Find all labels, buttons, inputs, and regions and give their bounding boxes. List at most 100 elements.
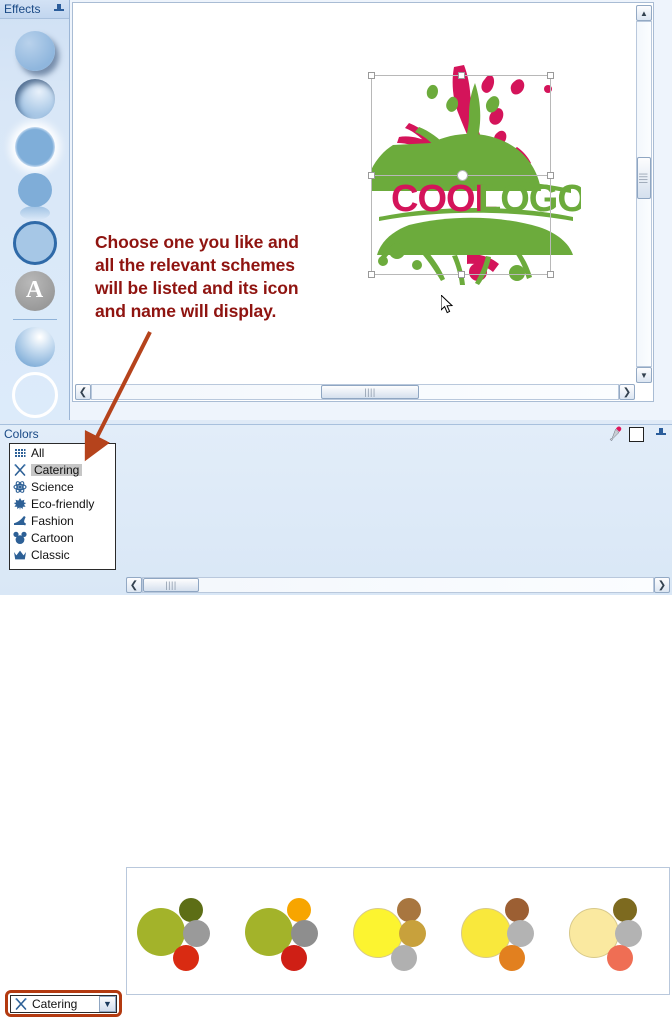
resize-handle-sw[interactable] xyxy=(368,271,375,278)
color-scheme-swatch[interactable] xyxy=(451,868,559,994)
swatch-accent-circle xyxy=(615,920,642,947)
scroll-down-button[interactable]: ▼ xyxy=(636,367,652,383)
scroll-thumb-grip: |||| xyxy=(364,386,376,397)
vertical-scroll-track[interactable]: |||| xyxy=(636,21,652,367)
chevron-down-icon[interactable]: ▼ xyxy=(99,996,116,1012)
effect-item-reflection[interactable] xyxy=(9,171,61,220)
application-window: Effects A Choose one you like and all th… xyxy=(0,0,672,1017)
resize-handle-e[interactable] xyxy=(547,172,554,179)
category-item-science[interactable]: Science xyxy=(10,478,115,495)
resize-handle-nw[interactable] xyxy=(368,72,375,79)
scroll-left-button[interactable]: ❮ xyxy=(75,384,91,400)
scroll-left-arrow-icon: ❮ xyxy=(78,386,88,398)
swatch-accent-circle xyxy=(399,920,426,947)
effects-panel-header: Effects xyxy=(0,0,69,19)
mouse-ears-icon xyxy=(13,531,27,544)
horizontal-scroll-track[interactable]: |||| xyxy=(91,384,619,400)
resize-handle-w[interactable] xyxy=(368,172,375,179)
annotation-text: Choose one you like and all the relevant… xyxy=(95,231,353,323)
effects-divider xyxy=(12,319,57,320)
horizontal-scroll-thumb[interactable]: |||| xyxy=(143,578,199,592)
pin-icon[interactable] xyxy=(53,3,65,15)
fork-knife-icon xyxy=(14,463,26,476)
color-scheme-swatch-strip[interactable] xyxy=(126,867,670,995)
scroll-right-arrow-icon: ❯ xyxy=(657,579,667,591)
scroll-right-button[interactable]: ❯ xyxy=(619,384,635,400)
letter-a-icon: A xyxy=(14,270,55,311)
scroll-thumb-grip: |||| xyxy=(639,172,650,184)
colors-panel-title: Colors xyxy=(4,427,39,441)
scroll-up-button[interactable]: ▲ xyxy=(636,5,652,21)
swatch-accent-circle xyxy=(179,898,203,922)
circle-reflection-icon xyxy=(17,172,52,220)
category-label: Cartoon xyxy=(31,530,74,545)
selected-logo-object[interactable]: COOL LOGO xyxy=(368,65,581,285)
swatch-accent-circle xyxy=(499,945,525,971)
scroll-right-button[interactable]: ❯ xyxy=(654,577,670,593)
effect-item-outline[interactable] xyxy=(9,219,61,266)
effect-item-outer-glow[interactable] xyxy=(9,123,61,170)
category-label: Eco-friendly xyxy=(31,496,95,511)
category-item-cartoon[interactable]: Cartoon xyxy=(10,529,115,546)
scroll-left-arrow-icon: ❮ xyxy=(129,579,139,591)
category-item-fashion[interactable]: Fashion xyxy=(10,512,115,529)
category-item-all[interactable]: All xyxy=(10,444,115,461)
document-canvas[interactable]: Choose one you like and all the relevant… xyxy=(72,2,654,402)
scroll-left-button[interactable]: ❮ xyxy=(126,577,142,593)
scroll-thumb-grip: |||| xyxy=(165,579,177,590)
category-item-eco-friendly[interactable]: Eco-friendly xyxy=(10,495,115,512)
effect-item-inner-shadow[interactable] xyxy=(9,75,61,122)
effect-item-ring[interactable] xyxy=(9,372,61,419)
category-label: Classic xyxy=(31,547,70,562)
circle-glow-icon xyxy=(14,126,55,167)
swatch-accent-circle xyxy=(173,945,199,971)
circle-gloss-icon xyxy=(14,327,55,368)
resize-handle-n[interactable] xyxy=(458,72,465,79)
mouse-cursor xyxy=(441,295,454,314)
canvas-vertical-scrollbar[interactable]: ▲ |||| ▼ xyxy=(636,5,652,383)
swatch-accent-circle xyxy=(281,945,307,971)
color-scheme-swatch[interactable] xyxy=(235,868,343,994)
effect-item-drop-shadow[interactable] xyxy=(9,27,61,74)
category-label: Catering xyxy=(31,463,83,476)
scroll-down-arrow-icon: ▼ xyxy=(640,370,648,380)
fork-knife-icon xyxy=(15,998,27,1010)
color-scheme-swatch[interactable] xyxy=(667,868,669,994)
resize-handle-s[interactable] xyxy=(458,271,465,278)
scroll-right-arrow-icon: ❯ xyxy=(622,386,632,398)
horizontal-scroll-thumb[interactable]: |||| xyxy=(321,385,419,399)
horizontal-scroll-track[interactable]: |||| xyxy=(142,577,654,593)
crown-icon xyxy=(14,550,26,559)
atom-icon xyxy=(13,480,27,493)
category-label: Science xyxy=(31,479,74,494)
effect-item-gloss[interactable] xyxy=(9,324,61,371)
swatch-accent-circle xyxy=(507,920,534,947)
eyedropper-icon[interactable] xyxy=(607,426,623,442)
selection-bounding-box xyxy=(368,72,554,278)
category-list-box[interactable]: All Catering Science Eco-friendly Fashio… xyxy=(9,443,116,570)
effect-item-text[interactable]: A xyxy=(9,267,61,314)
circle-ring-icon xyxy=(11,372,58,419)
canvas-horizontal-scrollbar[interactable]: ❮ |||| ❯ xyxy=(75,384,635,400)
effects-list: A xyxy=(0,19,69,420)
current-color-chip[interactable] xyxy=(629,426,644,442)
vertical-scroll-thumb[interactable]: |||| xyxy=(637,157,651,199)
pin-icon[interactable] xyxy=(655,427,667,439)
colors-horizontal-scrollbar[interactable]: ❮ |||| ❯ xyxy=(126,577,670,593)
resize-handle-se[interactable] xyxy=(547,271,554,278)
colors-panel: Colors All Catering Science Eco-friendly… xyxy=(0,424,672,1017)
annotation-line-3: will be listed and its icon xyxy=(95,278,299,298)
category-item-classic[interactable]: Classic xyxy=(10,546,115,563)
circle-outline-icon xyxy=(12,220,57,265)
swatch-accent-circle xyxy=(613,898,637,922)
category-item-catering[interactable]: Catering xyxy=(10,461,115,478)
swatch-accent-circle xyxy=(607,945,633,971)
swatch-accent-circle xyxy=(397,898,421,922)
color-scheme-swatch[interactable] xyxy=(559,868,667,994)
rotate-handle[interactable] xyxy=(457,170,468,181)
category-combo-box[interactable]: Catering ▼ xyxy=(10,995,117,1013)
color-scheme-swatch[interactable] xyxy=(127,868,235,994)
scroll-up-arrow-icon: ▲ xyxy=(640,8,648,18)
color-scheme-swatch[interactable] xyxy=(343,868,451,994)
resize-handle-ne[interactable] xyxy=(547,72,554,79)
